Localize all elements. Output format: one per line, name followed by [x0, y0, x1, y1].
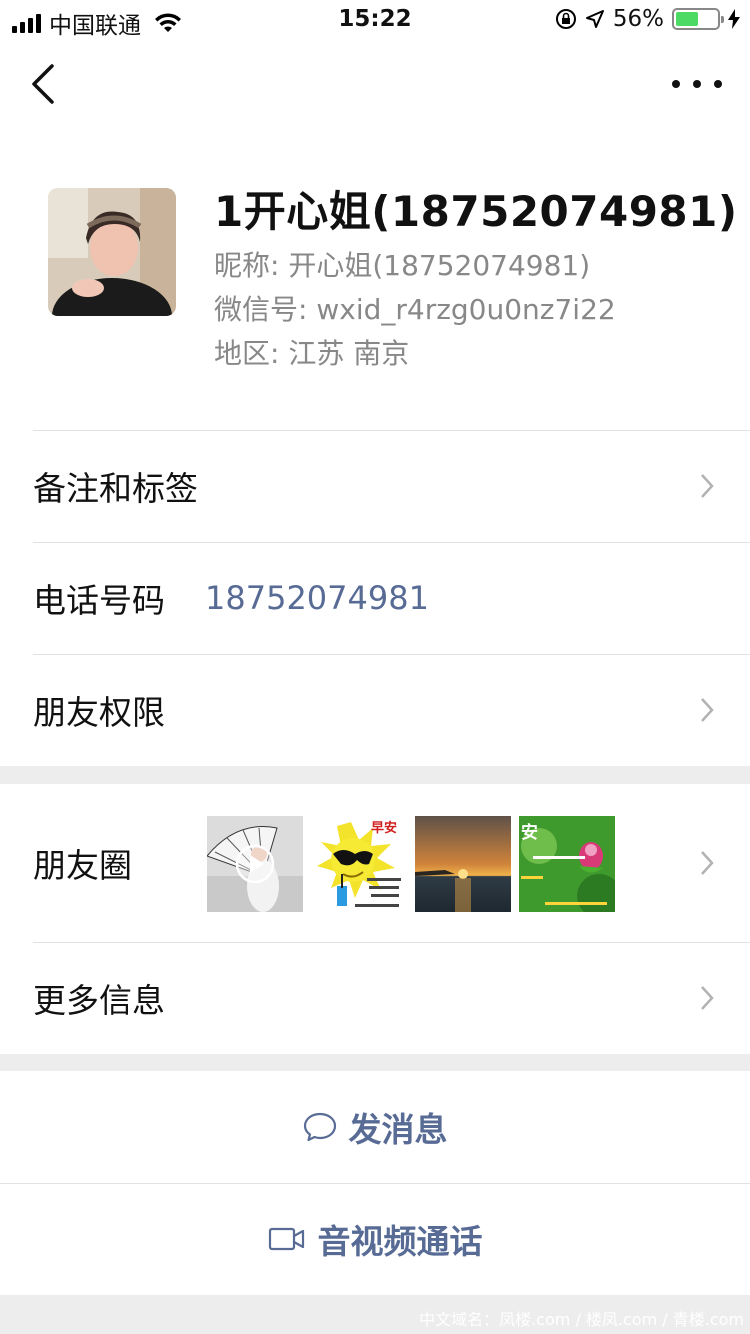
moments-thumbnails: 早安 安: [207, 816, 615, 912]
back-arrow-icon: [32, 64, 54, 104]
contact-info-group: 备注和标签 电话号码 18752074981 朋友权限: [0, 430, 750, 766]
actions-group: 发消息 音视频通话: [0, 1071, 750, 1295]
wechat-id-value: wxid_r4rzg0u0nz7i22: [316, 293, 616, 326]
moments-row[interactable]: 朋友圈 早安 安: [0, 784, 750, 942]
friend-permissions-row[interactable]: 朋友权限: [0, 654, 750, 766]
nickname-value: 开心姐(18752074981): [288, 249, 591, 282]
moments-group: 朋友圈 早安 安 更多信息: [0, 784, 750, 1054]
remarks-tags-row[interactable]: 备注和标签: [0, 430, 750, 542]
moments-thumb-flower[interactable]: 安: [519, 816, 615, 912]
chevron-right-icon: [701, 986, 714, 1010]
nickname-line: 昵称: 开心姐(18752074981): [214, 244, 590, 284]
wechat-id-label: 微信号:: [214, 293, 308, 326]
thumb-caption-an: 安: [521, 822, 538, 842]
region-value: 江苏 南京: [288, 337, 410, 370]
chevron-right-icon: [701, 474, 714, 498]
profile-header: 1开心姐(18752074981) 昵称: 开心姐(18752074981) 微…: [0, 130, 750, 430]
region-label: 地区:: [214, 337, 280, 370]
profile-display-name: 1开心姐(18752074981): [214, 187, 738, 236]
send-message-button[interactable]: 发消息: [0, 1071, 750, 1183]
chat-bubble-icon: [303, 1112, 336, 1142]
nav-bar: [0, 40, 750, 130]
more-dots-icon: [672, 80, 680, 88]
rotation-lock-icon: [555, 9, 576, 29]
phone-row[interactable]: 电话号码 18752074981: [0, 542, 750, 654]
chevron-right-icon: [701, 698, 714, 722]
back-button[interactable]: [26, 62, 66, 106]
watermark: 中文域名：凤楼.com / 楼凤.com / 青楼.com: [419, 1310, 744, 1329]
wechat-id-line: 微信号: wxid_r4rzg0u0nz7i22: [214, 288, 616, 328]
nickname-label: 昵称:: [214, 249, 280, 282]
video-call-button[interactable]: 音视频通话: [0, 1183, 750, 1295]
moments-thumb-sun[interactable]: 早安: [311, 816, 407, 912]
battery-icon: [672, 8, 724, 30]
friend-permissions-label: 朋友权限: [33, 693, 165, 732]
charging-bolt-icon: [728, 9, 740, 29]
remarks-tags-label: 备注和标签: [33, 469, 198, 508]
region-line: 地区: 江苏 南京: [214, 332, 409, 372]
moments-thumb-video[interactable]: [207, 816, 303, 912]
status-bar: 中国联通 15:22 56%: [0, 0, 750, 40]
phone-value-link[interactable]: 18752074981: [205, 579, 429, 617]
thumb-caption-zaoan: 早安: [371, 820, 397, 835]
video-call-label: 音视频通话: [317, 1222, 483, 1261]
more-info-row[interactable]: 更多信息: [0, 942, 750, 1054]
more-button[interactable]: [672, 72, 722, 96]
status-right: 56%: [555, 6, 740, 32]
moments-thumb-sunset[interactable]: [415, 816, 511, 912]
moments-label: 朋友圈: [33, 846, 132, 885]
chevron-right-icon: [701, 851, 714, 875]
video-camera-icon: [268, 1227, 304, 1251]
location-icon: [585, 10, 604, 28]
battery-percent: 56%: [612, 6, 664, 32]
phone-label: 电话号码: [33, 581, 165, 620]
more-info-label: 更多信息: [33, 981, 165, 1020]
send-message-label: 发消息: [348, 1110, 448, 1149]
avatar[interactable]: [48, 188, 176, 316]
